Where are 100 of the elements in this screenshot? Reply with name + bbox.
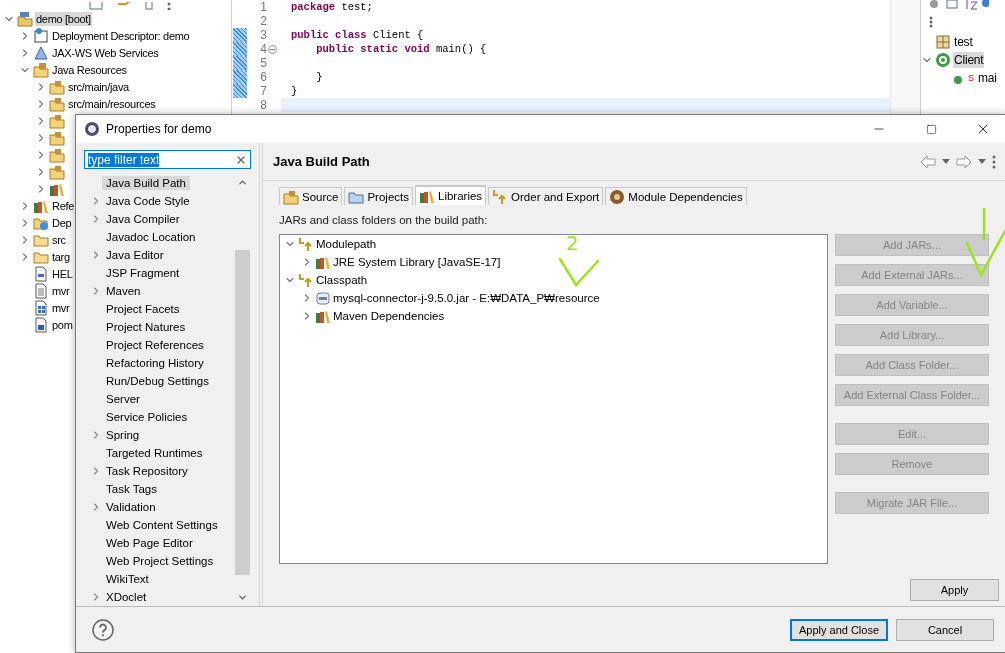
outline-item[interactable]: mai: [977, 70, 998, 86]
handwritten-arrow-drawing: [558, 255, 600, 287]
cancel-button[interactable]: Cancel: [896, 618, 994, 641]
tree-item[interactable]: targ: [51, 249, 71, 264]
tree-item[interactable]: Maven Dependencies: [333, 310, 445, 322]
nav-item[interactable]: Project Natures: [102, 320, 190, 334]
nav-item[interactable]: JSP Fragment: [102, 266, 184, 280]
tab[interactable]: Libraries: [415, 185, 487, 205]
filter-field[interactable]: type filter text: [84, 150, 251, 169]
nav-item[interactable]: Targeted Runtimes: [102, 446, 207, 460]
scrollbar-thumb[interactable]: [235, 250, 250, 575]
line-number: 1: [259, 0, 267, 14]
nav-item[interactable]: Service Policies: [102, 410, 192, 424]
window-file-icon: [33, 299, 49, 316]
tree-item[interactable]: demo [boot]: [35, 11, 92, 26]
static-label: S: [968, 73, 974, 83]
tree-item[interactable]: src: [51, 232, 67, 247]
page-title: Java Build Path: [273, 154, 371, 169]
package-folder-icon: [49, 146, 65, 163]
project-icon: [17, 10, 33, 27]
more-options-icon[interactable]: [992, 154, 996, 169]
handwritten-check-drawing: [963, 207, 1005, 279]
class-icon: [935, 52, 951, 68]
tree-item[interactable]: Java Resources: [51, 62, 128, 77]
books-icon: [419, 188, 435, 204]
tree-item[interactable]: Modulepath: [316, 238, 377, 250]
tab[interactable]: Source: [279, 187, 343, 205]
apply-button[interactable]: Apply: [910, 579, 999, 601]
nav-item[interactable]: Project References: [102, 338, 208, 352]
nav-item[interactable]: Validation: [102, 500, 160, 514]
tree-item[interactable]: Classpath: [316, 274, 368, 286]
dropdown-caret-icon[interactable]: [978, 158, 986, 165]
nav-item[interactable]: Task Repository: [102, 464, 192, 478]
books-icon: [315, 254, 331, 270]
tree-item[interactable]: Dep: [51, 215, 73, 230]
nav-item[interactable]: Server: [102, 392, 144, 406]
more-options-icon[interactable]: [929, 16, 933, 28]
package-folder-icon: [283, 188, 299, 205]
tree-item[interactable]: src/main/resources: [67, 96, 157, 111]
tab[interactable]: Module Dependencies: [605, 187, 747, 205]
line-number: 2: [259, 14, 267, 28]
line-number: 8: [259, 98, 267, 112]
nav-item[interactable]: Task Tags: [102, 482, 161, 496]
apply-and-close-button[interactable]: Apply and Close: [790, 618, 888, 641]
tree-item[interactable]: pom: [51, 317, 74, 332]
scroll-down-icon[interactable]: [237, 592, 248, 603]
filter-icon[interactable]: [145, 2, 153, 10]
nav-item[interactable]: Run/Debug Settings: [102, 374, 213, 388]
forward-arrow-icon[interactable]: [956, 154, 972, 169]
tree-item[interactable]: HEL: [51, 266, 74, 281]
handwritten-number: 2: [566, 233, 579, 253]
nav-item[interactable]: XDoclet: [102, 590, 151, 604]
maximize-icon[interactable]: [925, 123, 937, 135]
package-folder-icon: [49, 163, 65, 180]
nav-item[interactable]: Refactoring History: [102, 356, 208, 370]
back-arrow-icon[interactable]: [920, 154, 936, 169]
nav-item[interactable]: Project Facets: [102, 302, 184, 316]
tree-item[interactable]: JAX-WS Web Services: [51, 45, 160, 60]
nav-item[interactable]: Java Build Path: [102, 176, 190, 190]
document-icon: [33, 265, 49, 282]
nav-item[interactable]: Web Project Settings: [102, 554, 218, 568]
line-number: 4: [259, 42, 267, 56]
line-number: 3: [259, 28, 267, 42]
nav-item[interactable]: Java Editor: [102, 248, 168, 262]
tree-item[interactable]: mysql-connector-j-9.5.0.jar - E:₩DATA_P₩resource: [333, 292, 600, 304]
nav-item[interactable]: Web Page Editor: [102, 536, 197, 550]
nav-item[interactable]: Spring: [102, 428, 144, 442]
nav-item[interactable]: Web Content Settings: [102, 518, 222, 532]
outline-item[interactable]: test: [953, 34, 974, 50]
window-title: Properties for demo: [106, 122, 213, 136]
tree-item[interactable]: mvr: [51, 300, 71, 315]
tree-item[interactable]: JRE System Library [JavaSE-17]: [333, 256, 501, 268]
package-folder-icon: [49, 95, 65, 112]
nav-item[interactable]: Maven: [102, 284, 145, 298]
outline-item[interactable]: Client: [953, 52, 985, 68]
package-folder-icon: [49, 129, 65, 146]
dropdown-caret-icon[interactable]: [942, 158, 950, 165]
line-number: 6: [259, 70, 267, 84]
tree-item[interactable]: Deployment Descriptor: demo: [51, 28, 191, 43]
code-line: }: [315, 71, 323, 83]
books-icon: [315, 308, 331, 324]
more-options-icon[interactable]: [167, 2, 171, 10]
package-folder-icon: [33, 61, 49, 78]
descriptor-icon: [33, 27, 49, 44]
nav-item[interactable]: Javadoc Location: [102, 230, 200, 244]
tab[interactable]: Projects: [344, 187, 413, 205]
collapse-all-icon[interactable]: [89, 2, 103, 10]
module-icon: [609, 188, 626, 205]
fold-icon[interactable]: [268, 44, 277, 54]
tab[interactable]: Order and Export: [488, 187, 604, 205]
help-icon[interactable]: [92, 618, 114, 641]
package-icon: [935, 34, 951, 50]
tree-item[interactable]: src/main/java: [67, 79, 130, 94]
nav-item[interactable]: WikiText: [102, 572, 153, 586]
tree-item[interactable]: Refe: [51, 198, 76, 213]
classpath-icon: [298, 272, 314, 288]
tree-item[interactable]: mvr: [51, 283, 71, 298]
nav-item[interactable]: Java Code Style: [102, 194, 194, 208]
nav-item[interactable]: Java Compiler: [102, 212, 184, 226]
outline-toolbar-icon[interactable]: [929, 0, 989, 10]
